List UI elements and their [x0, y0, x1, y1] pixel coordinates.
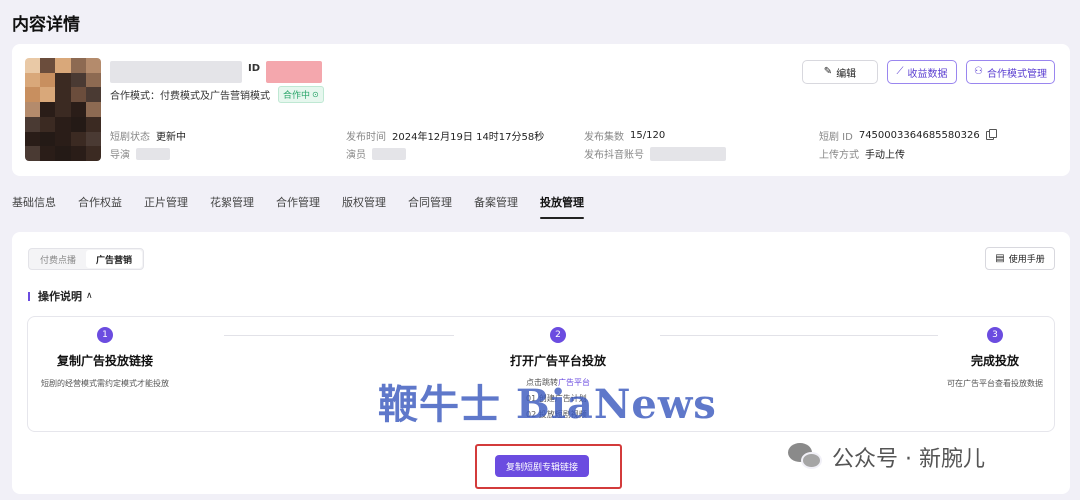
- meta-episodes: 发布集数 15/120: [584, 130, 666, 143]
- meta-account: 发布抖音账号: [584, 146, 726, 161]
- section-accent-bar: [28, 291, 30, 301]
- meta-drama-id: 短剧 ID 7450003364685580326: [819, 128, 997, 143]
- actors-redacted: [372, 147, 406, 160]
- cooperation-mode-button[interactable]: ⚇ 合作模式管理: [966, 60, 1055, 84]
- line-chart-icon: ⟋: [896, 66, 904, 77]
- copy-drama-album-link-button[interactable]: 复制短剧专辑链接: [495, 455, 589, 477]
- tab-basic-info[interactable]: 基础信息: [12, 194, 56, 216]
- tab-delivery-management[interactable]: 投放管理: [540, 194, 584, 219]
- tab-cooperation-rights[interactable]: 合作权益: [78, 194, 122, 216]
- tab-cooperation-management[interactable]: 合作管理: [276, 194, 320, 216]
- meta-upload-method: 上传方式 手动上传: [819, 150, 905, 161]
- wechat-account-watermark: 公众号 · 新腕儿: [788, 441, 985, 473]
- status-badge: 合作中 ⊙: [278, 86, 324, 103]
- cooperation-mode-row: 合作模式：付费模式及广告营销模式 合作中 ⊙: [110, 86, 324, 103]
- step-number: 3: [987, 327, 1003, 343]
- copy-icon[interactable]: [985, 129, 997, 140]
- step-description: 短剧的经营模式需约定模式才能投放: [41, 379, 169, 388]
- handshake-icon: ⚇: [974, 66, 983, 77]
- segment-ad-marketing[interactable]: 广告营销: [86, 250, 143, 268]
- wechat-icon: [788, 443, 824, 471]
- step-number: 2: [550, 327, 566, 343]
- content-info-card: ID 合作模式：付费模式及广告营销模式 合作中 ⊙ 短剧状态 更新中 导演 发布…: [12, 44, 1070, 176]
- cover-image: [25, 58, 101, 161]
- page-title: 内容详情: [12, 15, 80, 35]
- tab-copyright-management[interactable]: 版权管理: [342, 194, 386, 216]
- tab-bar: 基础信息 合作权益 正片管理 花絮管理 合作管理 版权管理 合同管理 备案管理 …: [12, 194, 606, 219]
- director-redacted: [136, 147, 170, 160]
- tab-feature-management[interactable]: 正片管理: [144, 194, 188, 216]
- id-redacted: [266, 61, 323, 83]
- meta-status: 短剧状态 更新中: [110, 132, 186, 143]
- account-redacted: [650, 146, 726, 161]
- edit-icon: ✎: [823, 66, 833, 77]
- edit-button[interactable]: ✎ 编辑: [802, 60, 878, 84]
- step-title: 完成投放: [970, 354, 1019, 368]
- step-number: 1: [97, 327, 113, 343]
- step-connector: [224, 335, 454, 336]
- mode-segmented-control: 付费点播 广告营销: [28, 248, 145, 270]
- step-1: 1 复制广告投放链接 短剧的经营模式需约定模式才能投放: [40, 327, 170, 389]
- step-connector: [660, 335, 938, 336]
- document-icon: ▤: [995, 252, 1005, 264]
- meta-actors: 演员: [346, 146, 406, 161]
- meta-publish-time: 发布时间 2024年12月19日 14时17分58秒: [346, 132, 545, 143]
- tab-contract-management[interactable]: 合同管理: [408, 194, 452, 216]
- step-title: 复制广告投放链接: [56, 354, 153, 368]
- chevron-up-icon: ∧: [86, 291, 93, 301]
- cooperation-mode-text: 合作模式：付费模式及广告营销模式: [110, 91, 270, 102]
- tab-filing-management[interactable]: 备案管理: [474, 194, 518, 216]
- check-circle-icon: ⊙: [312, 90, 319, 99]
- income-data-button[interactable]: ⟋ 收益数据: [887, 60, 957, 84]
- bianews-watermark: 鞭牛士 BiaNews: [378, 381, 717, 428]
- step-title: 打开广告平台投放: [509, 354, 606, 368]
- step-3: 3 完成投放 可在广告平台查看投放数据: [942, 327, 1048, 389]
- content-title-redacted: [110, 61, 242, 83]
- step-description: 可在广告平台查看投放数据: [947, 379, 1043, 388]
- section-title[interactable]: 操作说明 ∧: [28, 288, 93, 304]
- content-title-row: ID: [110, 61, 323, 83]
- meta-director: 导演: [110, 146, 170, 161]
- id-label: ID: [248, 62, 261, 74]
- user-manual-button[interactable]: ▤ 使用手册: [985, 247, 1055, 270]
- segment-paid-vod[interactable]: 付费点播: [30, 250, 86, 268]
- tab-extras-management[interactable]: 花絮管理: [210, 194, 254, 216]
